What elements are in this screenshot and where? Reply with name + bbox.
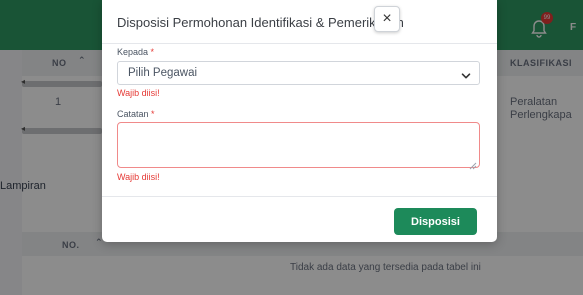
catatan-error: Wajib diisi! xyxy=(117,172,160,182)
kepada-select-value: Pilih Pegawai xyxy=(128,67,198,79)
close-icon: × xyxy=(382,10,392,27)
modal-footer-divider xyxy=(102,196,497,197)
resize-handle-icon[interactable] xyxy=(469,157,477,170)
disposisi-button[interactable]: Disposisi xyxy=(394,208,477,235)
disposisi-modal: Disposisi Permohonan Identifikasi & Peme… xyxy=(102,0,497,242)
required-mark: * xyxy=(150,47,155,57)
kepada-label-text: Kepada xyxy=(117,47,149,57)
chevron-down-icon xyxy=(461,68,471,79)
catatan-label-text: Catatan xyxy=(117,109,149,119)
kepada-label: Kepada * xyxy=(117,47,154,57)
close-button[interactable]: × xyxy=(374,6,400,32)
required-mark: * xyxy=(151,109,155,119)
modal-header: Disposisi Permohonan Identifikasi & Peme… xyxy=(102,0,497,44)
catatan-textarea[interactable] xyxy=(117,122,480,170)
modal-title: Disposisi Permohonan Identifikasi & Peme… xyxy=(117,15,404,30)
kepada-error: Wajib diisi! xyxy=(117,88,160,98)
kepada-select[interactable]: Pilih Pegawai xyxy=(117,61,480,85)
catatan-label: Catatan * xyxy=(117,109,155,119)
